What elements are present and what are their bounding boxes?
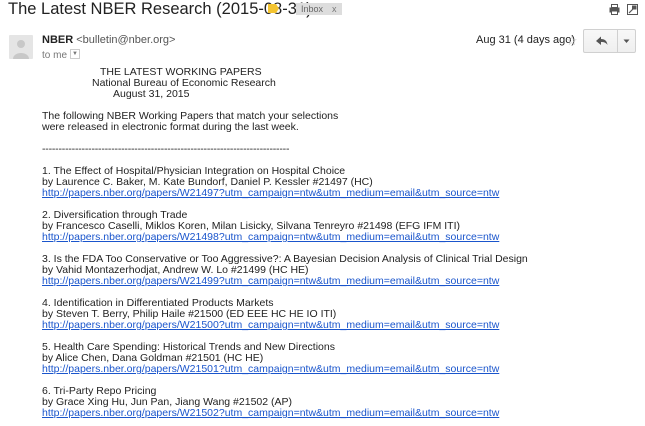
inbox-label-text: Inbox <box>301 4 324 14</box>
inbox-label-tag: Inbox x <box>296 3 342 15</box>
new-window-icon[interactable] <box>627 4 638 15</box>
print-icon[interactable] <box>609 4 620 15</box>
paper-link[interactable]: http://papers.nber.org/papers/W21498?utm… <box>42 231 499 243</box>
avatar-icon <box>13 40 29 59</box>
paper-link[interactable]: http://papers.nber.org/papers/W21501?utm… <box>42 363 499 375</box>
paper-item: 2. Diversification through Trade by Fran… <box>42 210 642 243</box>
chevron-down-icon <box>623 39 630 43</box>
paper-item: 3. Is the FDA Too Conservative or Too Ag… <box>42 254 642 287</box>
paper-item: 6. Tri-Party Repo Pricing by Grace Xing … <box>42 386 642 419</box>
paper-link[interactable]: http://papers.nber.org/papers/W21502?utm… <box>42 407 499 419</box>
sender-line: NBER <bulletin@nber.org> <box>42 34 175 46</box>
recipient-text: to me <box>42 50 68 61</box>
more-actions-button[interactable] <box>618 30 635 52</box>
newsletter-date: August 31, 2015 <box>113 88 190 100</box>
email-date: Aug 31 (4 days ago) <box>476 34 576 46</box>
sender-avatar[interactable] <box>9 35 33 59</box>
newsletter-header: THE LATEST WORKING PAPERS National Burea… <box>42 67 642 100</box>
recipient-line: to me ▼ <box>42 49 81 61</box>
show-details-dropdown[interactable]: ▼ <box>70 49 81 60</box>
paper-item: 5. Health Care Spending: Historical Tren… <box>42 342 642 375</box>
email-body: THE LATEST WORKING PAPERS National Burea… <box>42 67 642 419</box>
paper-item: 4. Identification in Differentiated Prod… <box>42 298 642 331</box>
sender-name[interactable]: NBER <box>42 34 73 46</box>
reply-button-group <box>583 29 636 53</box>
sender-email: <bulletin@nber.org> <box>76 34 176 46</box>
divider: ----------------------------------------… <box>42 143 290 155</box>
reply-button[interactable] <box>584 30 618 52</box>
remove-label-button[interactable]: x <box>332 4 337 14</box>
star-icon[interactable]: ☆ <box>566 34 578 48</box>
reply-icon <box>596 36 608 45</box>
intro-line: were released in electronic format durin… <box>42 121 299 133</box>
email-subject: The Latest NBER Research (2015-08-31) <box>8 0 312 18</box>
paper-item: 1. The Effect of Hospital/Physician Inte… <box>42 166 642 199</box>
paper-link[interactable]: http://papers.nber.org/papers/W21500?utm… <box>42 319 499 331</box>
paper-link[interactable]: http://papers.nber.org/papers/W21497?utm… <box>42 187 499 199</box>
paper-link[interactable]: http://papers.nber.org/papers/W21499?utm… <box>42 275 499 287</box>
label-icon[interactable] <box>268 4 279 13</box>
